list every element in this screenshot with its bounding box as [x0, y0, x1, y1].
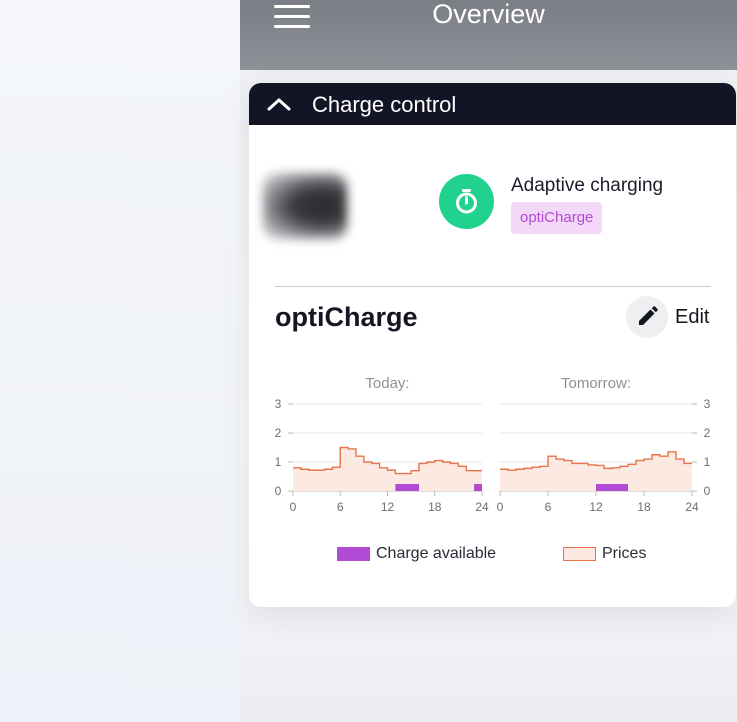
- x-tick-label: 24: [685, 500, 699, 514]
- chart-title: Today:: [365, 375, 409, 392]
- x-tick-label: 0: [497, 500, 504, 514]
- page-title: Overview: [432, 0, 545, 29]
- divider: [275, 286, 711, 287]
- x-tick-label: 0: [290, 500, 297, 514]
- timer-icon: [439, 174, 494, 229]
- legend-item-prices: Prices: [563, 544, 673, 564]
- charging-mode-label: Adaptive charging: [511, 175, 664, 196]
- legend-label-charge: Charge available: [376, 545, 497, 562]
- y-tick-label: 2: [275, 426, 282, 440]
- charge-bar: [596, 484, 628, 491]
- x-tick-label: 24: [475, 500, 489, 514]
- prices-swatch: [563, 547, 596, 561]
- y-tick-label: 3: [275, 397, 282, 411]
- y-tick-label: 0: [275, 484, 282, 498]
- y-tick-label: 0: [704, 484, 711, 498]
- charge-bar: [395, 484, 419, 491]
- mode-badge: optiCharge: [511, 202, 603, 234]
- pencil-icon[interactable]: [626, 296, 668, 338]
- edit-label: Edit: [675, 306, 710, 328]
- card-header[interactable]: Charge control: [249, 83, 736, 125]
- chart-title: Tomorrow:: [561, 375, 631, 392]
- y-tick-label: 1: [704, 455, 711, 469]
- x-tick-label: 12: [589, 500, 603, 514]
- chevron-up-icon[interactable]: [267, 97, 291, 111]
- x-tick-label: 18: [428, 500, 442, 514]
- x-tick-label: 6: [337, 500, 344, 514]
- x-tick-label: 18: [637, 500, 651, 514]
- bottom-fade: [240, 640, 737, 722]
- charge-bar: [474, 484, 482, 491]
- price-charts: Today:01230 6 12 18 24Tomorrow:01230 6 12 18 24: [275, 375, 711, 514]
- y-tick-label: 3: [704, 397, 711, 411]
- charge-swatch: [337, 547, 370, 561]
- x-tick-label: 12: [381, 500, 395, 514]
- legend-label-prices: Prices: [602, 545, 647, 562]
- legend-item-charge: Charge available: [337, 544, 507, 564]
- x-tick-label: 6: [545, 500, 552, 514]
- charge-control-card: Charge control Adaptive charging optiCha…: [249, 83, 736, 607]
- y-tick-label: 1: [275, 455, 282, 469]
- background-left: [0, 0, 240, 722]
- card-title: Charge control: [312, 92, 457, 117]
- section-title: optiCharge: [275, 302, 418, 332]
- y-tick-label: 2: [704, 426, 711, 440]
- vehicle-thumbnail: [263, 173, 347, 239]
- edit-button[interactable]: Edit: [626, 296, 716, 338]
